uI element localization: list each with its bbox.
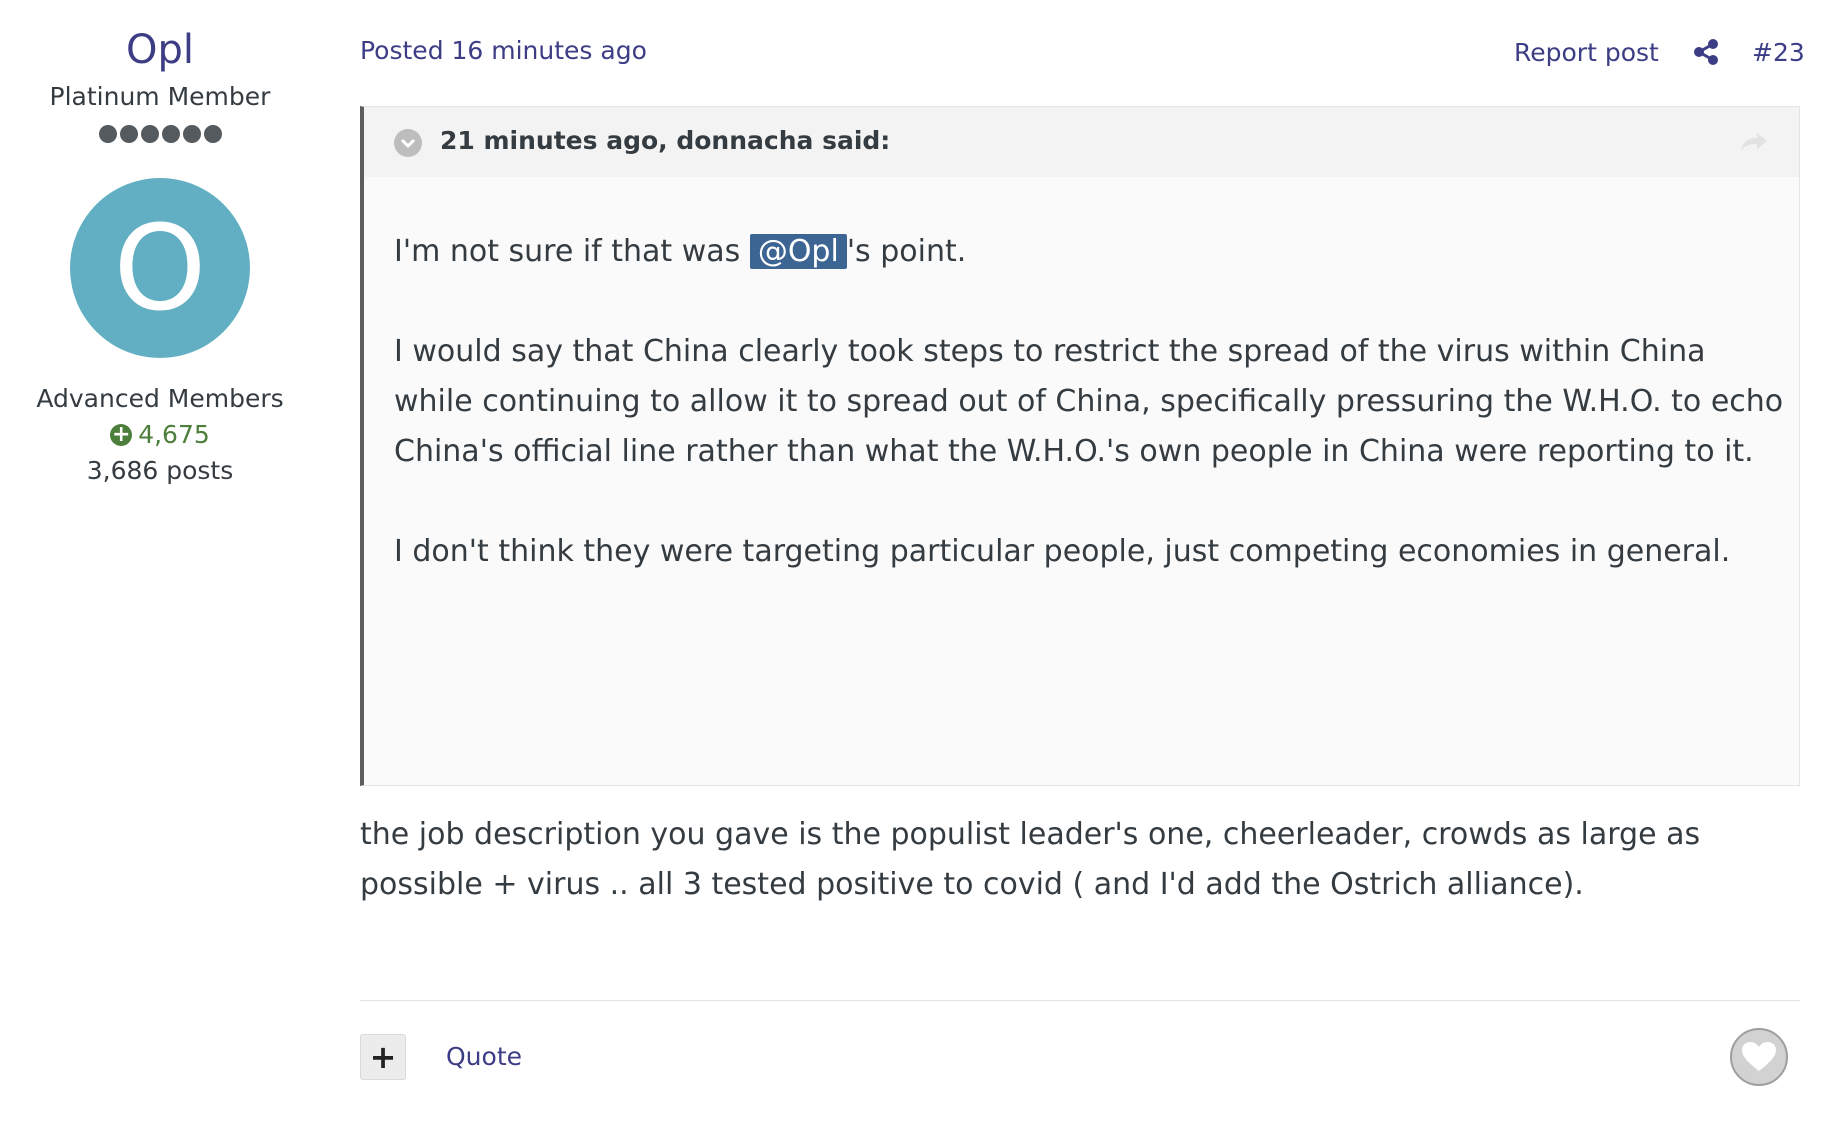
quote-paragraph: I'm not sure if that was @Opl's point.	[394, 227, 1784, 277]
multiquote-button[interactable]: +	[360, 1034, 406, 1080]
rank-pip-icon	[119, 125, 138, 143]
report-post-link[interactable]: Report post	[1514, 36, 1659, 70]
rank-pips	[0, 125, 320, 143]
share-icon[interactable]	[1692, 38, 1720, 66]
post-count: 3,686 posts	[86, 456, 234, 485]
author-rank-title: Platinum Member	[49, 82, 271, 111]
post-timestamp[interactable]: Posted 16 minutes ago	[360, 34, 647, 68]
divider	[360, 1000, 1800, 1001]
reputation-count: 4,675	[138, 420, 210, 449]
author-name[interactable]: Opl	[0, 22, 320, 78]
reply-arrow-icon[interactable]	[1739, 129, 1769, 155]
reputation-badge: + 4,675	[0, 418, 320, 452]
rank-pip-icon	[203, 125, 222, 143]
quote-text: 's point.	[846, 234, 967, 269]
post-number-link[interactable]: #23	[1752, 36, 1805, 70]
reaction-button[interactable]	[1730, 1028, 1788, 1086]
rank-pip-icon	[161, 125, 180, 143]
avatar[interactable]: O	[70, 178, 250, 358]
quote-text: I'm not sure if that was	[394, 234, 750, 269]
quote-button[interactable]: Quote	[446, 1040, 522, 1074]
quote-paragraph: I don't think they were targeting partic…	[394, 534, 1731, 569]
quote-block: 21 minutes ago, donnacha said: I'm not s…	[360, 106, 1800, 786]
rank-pip-icon	[98, 125, 117, 143]
author-group: Advanced Members	[36, 384, 284, 413]
quote-citation: 21 minutes ago, donnacha said:	[440, 126, 891, 155]
chevron-down-icon[interactable]	[394, 129, 422, 157]
plus-circle-icon: +	[110, 422, 133, 447]
quote-paragraph: I would say that China clearly took step…	[394, 334, 1784, 469]
post-content: the job description you gave is the popu…	[360, 817, 1701, 902]
quote-header: 21 minutes ago, donnacha said:	[364, 107, 1799, 177]
rank-pip-icon	[140, 125, 159, 143]
heart-icon	[1742, 1042, 1776, 1071]
rank-pip-icon	[182, 125, 201, 143]
quote-body: I'm not sure if that was @Opl's point. I…	[394, 227, 1784, 627]
user-mention[interactable]: @Opl	[749, 234, 847, 269]
